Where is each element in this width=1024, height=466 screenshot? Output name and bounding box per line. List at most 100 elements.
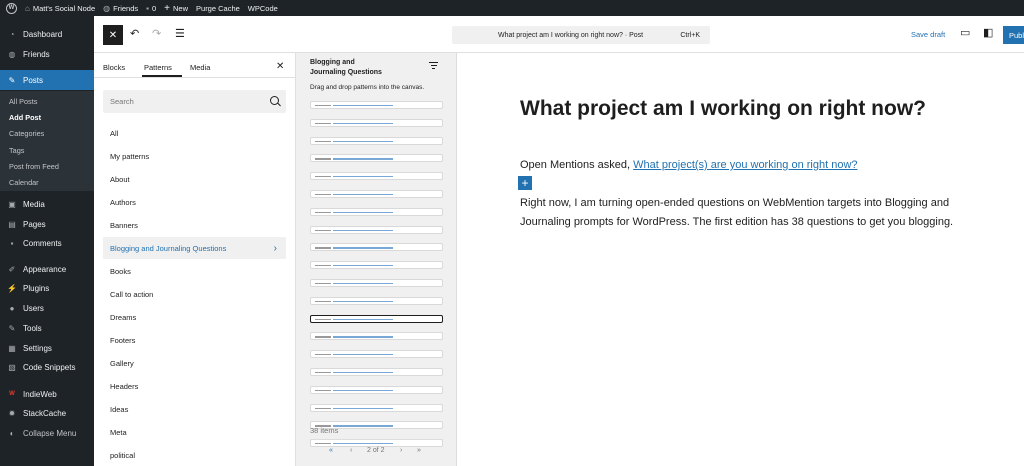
site-name-link[interactable]: ⌂ Matt's Social Node [25,4,95,13]
sidebar-item-tools[interactable]: ✎ Tools [0,318,94,338]
sidebar-item-stackcache[interactable]: ✹ StackCache [0,403,94,423]
pattern-category[interactable]: All [103,122,286,144]
pattern-preview-card[interactable] [310,190,443,198]
pattern-preview-card[interactable] [310,403,443,412]
pattern-preview-card[interactable] [310,101,443,109]
pattern-preview-card[interactable] [310,136,443,145]
redo-icon[interactable]: ↷ [152,27,161,41]
admin-sidebar: ◔ Dashboard ◍ Friends ✎ Posts All Posts Add… [0,16,94,466]
pattern-category-selected[interactable]: Blogging and Journaling Questions › [103,237,286,259]
pattern-category[interactable]: Books [103,260,286,282]
comments-link[interactable]: ▪ 0 [146,4,156,13]
pattern-category[interactable]: Call to action [103,283,286,305]
tab-patterns[interactable]: Patterns [144,63,172,72]
sidebar-item-media[interactable]: ▣ Media [0,194,94,214]
sidebar-item-settings[interactable]: ▦ Settings [0,338,94,358]
close-inserter-button[interactable]: ✕ [103,25,123,45]
pushpin-icon: ✎ [8,75,16,85]
pattern-preview-card[interactable] [310,368,443,376]
pattern-preview-card[interactable] [310,314,443,323]
wordpress-logo-icon[interactable]: W [6,2,17,14]
pattern-preview-card[interactable] [310,279,443,287]
save-draft-button[interactable]: Save draft [911,30,945,39]
next-page-button[interactable]: › [400,447,402,454]
pattern-preview-card[interactable] [310,172,443,181]
submenu-post-from-feed[interactable]: Post from Feed [9,162,59,171]
tab-blocks[interactable]: Blocks [103,63,125,72]
home-icon: ⌂ [25,3,30,13]
submenu-tags[interactable]: Tags [9,146,24,155]
wpcode-link[interactable]: WPCode [248,4,278,13]
block-inserter-button[interactable]: + [518,176,532,190]
filter-icon[interactable] [429,62,438,70]
paragraph-block[interactable]: Right now, I am turning open-ended quest… [520,194,1000,232]
pattern-category[interactable]: Banners [103,214,286,236]
pattern-category[interactable]: Authors [103,191,286,213]
submenu-calendar[interactable]: Calendar [9,178,39,187]
preview-icon[interactable]: ▭ [960,26,970,40]
pattern-preview-card[interactable] [310,207,443,216]
paragraph-block[interactable]: Open Mentions asked, What project(s) are… [520,159,858,171]
pattern-preview-card[interactable] [310,118,443,127]
previous-page-button[interactable]: ‹ [350,447,352,454]
pattern-category[interactable]: Meta [103,421,286,443]
pattern-preview-card[interactable] [310,350,443,359]
search-icon [270,96,279,105]
settings-icon: ▦ [8,343,16,353]
pattern-category[interactable]: Dreams [103,306,286,328]
undo-icon[interactable]: ↶ [130,27,139,41]
pattern-category[interactable]: Ideas [103,398,286,420]
publish-button[interactable]: Publi [1003,26,1024,44]
sidebar-item-dashboard[interactable]: ◔ Dashboard [0,24,94,44]
sidebar-item-indieweb[interactable]: W IndieWeb [0,384,94,404]
submenu-add-post[interactable]: Add Post [9,113,41,122]
pattern-preview-card[interactable] [310,385,443,394]
tab-media[interactable]: Media [190,63,210,72]
submenu-all-posts[interactable]: All Posts [9,97,37,106]
sidebar-item-code-snippets[interactable]: ▧ Code Snippets [0,357,94,377]
sidebar-item-friends[interactable]: ◍ Friends [0,44,94,64]
settings-sidebar-icon[interactable]: ◧ [983,26,993,40]
sidebar-item-users[interactable]: ● Users [0,298,94,318]
close-icon[interactable]: ✕ [276,61,284,72]
pages-icon: ▤ [8,219,16,229]
plus-icon: + [164,2,170,14]
pattern-preview-card[interactable] [310,225,443,234]
pattern-category[interactable]: political [103,444,286,466]
collapse-menu-button[interactable]: ◐ Collapse Menu [0,423,94,443]
sidebar-item-posts[interactable]: ✎ Posts [0,70,94,90]
purge-cache-link[interactable]: Purge Cache [196,4,240,13]
pattern-category[interactable]: About [103,168,286,190]
pattern-category[interactable]: My patterns [103,145,286,167]
pattern-category[interactable]: Headers [103,375,286,397]
sidebar-item-pages[interactable]: ▤ Pages [0,214,94,234]
comment-icon: ▪ [10,238,14,248]
pattern-category[interactable]: Gallery [103,352,286,374]
search-input[interactable]: Search [103,90,286,113]
new-content-link[interactable]: + New [164,3,188,14]
friends-link[interactable]: ◍ Friends [103,4,138,13]
indieweb-icon: W [9,391,15,397]
patterns-panel: Blogging and Journaling Questions Drag a… [296,53,457,466]
wrench-icon: ✎ [8,323,16,333]
pattern-preview-card[interactable] [310,296,443,305]
last-page-button[interactable]: » [417,447,421,454]
document-overview-icon[interactable]: ☰ [175,27,185,41]
pattern-preview-card[interactable] [310,332,443,341]
pattern-preview-card[interactable] [310,261,443,270]
post-title[interactable]: What project am I working on right now? [520,97,926,121]
pattern-category[interactable]: Footers [103,329,286,351]
sidebar-item-appearance[interactable]: ✐ Appearance [0,259,94,279]
pagination-divider [310,439,443,440]
sidebar-item-plugins[interactable]: ⚡ Plugins [0,278,94,298]
submenu-categories[interactable]: Categories [9,129,44,138]
first-page-button[interactable]: « [329,447,333,454]
sidebar-item-comments[interactable]: ▪ Comments [0,233,94,253]
plugin-icon: ⚡ [7,283,17,293]
friends-icon: ◍ [8,49,16,59]
question-link[interactable]: What project(s) are you working on right… [633,159,857,171]
command-palette-bar[interactable]: What project am I working on right now? … [452,26,710,44]
pattern-preview-card[interactable] [310,243,443,252]
pagination: « ‹ 2 of 2 › » [310,446,443,458]
pattern-preview-card[interactable] [310,154,443,163]
